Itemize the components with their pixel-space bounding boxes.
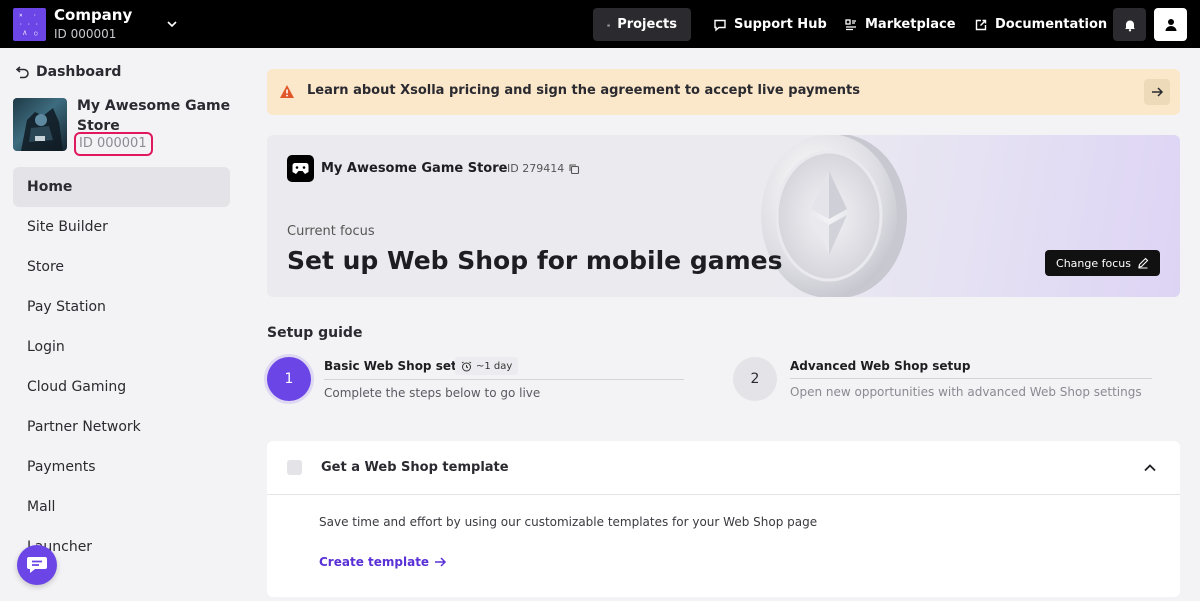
game-name: My Awesome Game Store <box>77 98 231 134</box>
arrow-right-icon <box>1152 87 1164 97</box>
store-name: My Awesome Game Store <box>321 161 508 176</box>
alarm-clock-icon <box>461 361 472 371</box>
step-2-indicator[interactable]: 2 <box>733 357 777 401</box>
back-arrow-icon <box>15 66 29 79</box>
sidebar-item-pay-station[interactable]: Pay Station <box>13 287 230 327</box>
company-name[interactable]: Company <box>54 6 132 24</box>
store-icon <box>287 155 314 182</box>
sidebar-item-site-builder[interactable]: Site Builder <box>13 207 230 247</box>
task-card: Get a Web Shop template Save time and ef… <box>267 441 1180 597</box>
sidebar-item-partner-network[interactable]: Partner Network <box>13 407 230 447</box>
nav-projects-label: Projects <box>617 17 677 32</box>
step-1-divider <box>324 379 684 380</box>
sidebar: Dashboard My Awesome Game Store ID 00000… <box>0 48 245 601</box>
bell-icon <box>1124 20 1135 31</box>
task-checkbox[interactable] <box>287 460 302 475</box>
current-focus-title: Set up Web Shop for mobile games <box>287 246 783 275</box>
user-profile-button[interactable] <box>1154 8 1187 41</box>
warning-icon <box>280 85 294 98</box>
gamepad-icon <box>292 163 309 174</box>
marketplace-icon <box>845 18 856 30</box>
company-id: ID 000001 <box>54 27 117 41</box>
chevron-up-icon[interactable] <box>1142 460 1158 476</box>
game-thumbnail <box>13 98 67 151</box>
game-id: ID 000001 <box>74 132 153 156</box>
nav-support-hub-button[interactable]: Support Hub <box>699 8 841 41</box>
create-template-link[interactable]: Create template <box>319 555 447 569</box>
dashboard-link[interactable]: Dashboard <box>15 64 121 80</box>
sidebar-item-store[interactable]: Store <box>13 247 230 287</box>
step-1-title[interactable]: Basic Web Shop setup <box>324 359 474 373</box>
create-template-label: Create template <box>319 555 430 569</box>
sidebar-item-cloud-gaming[interactable]: Cloud Gaming <box>13 367 230 407</box>
chat-bubble-icon <box>27 557 47 573</box>
step-1-indicator[interactable]: 1 <box>267 357 311 401</box>
project-hero-card: My Awesome Game Store ID 279414 Current … <box>267 135 1180 297</box>
support-chat-button[interactable] <box>17 545 57 585</box>
company-logo[interactable]: × · · · · Λ ○ <box>13 8 46 41</box>
step-1-duration: ~1 day <box>476 360 513 372</box>
nav-marketplace-button[interactable]: Marketplace <box>830 8 970 41</box>
pencil-icon <box>1138 257 1149 269</box>
chevron-down-icon[interactable] <box>165 17 179 31</box>
sidebar-item-home[interactable]: Home <box>13 167 230 207</box>
user-icon <box>1165 18 1176 31</box>
top-bar: × · · · · Λ ○ Company ID 000001 Projects Sup… <box>0 0 1200 48</box>
home-icon <box>607 23 610 26</box>
pricing-banner[interactable]: Learn about Xsolla pricing and sign the … <box>267 69 1180 115</box>
nav-documentation-label: Documentation <box>995 17 1108 32</box>
step-2-divider <box>790 378 1152 379</box>
store-id: ID 279414 <box>507 162 580 175</box>
nav-documentation-button[interactable]: Documentation <box>960 8 1121 41</box>
banner-arrow-button[interactable] <box>1144 79 1170 105</box>
sidebar-item-login[interactable]: Login <box>13 327 230 367</box>
dashboard-label: Dashboard <box>36 64 122 80</box>
step-2-title[interactable]: Advanced Web Shop setup <box>790 359 970 373</box>
chat-icon <box>714 19 726 31</box>
external-link-icon <box>975 19 987 30</box>
current-focus-label: Current focus <box>287 224 375 239</box>
change-focus-label: Change focus <box>1056 256 1131 270</box>
step-1-description: Complete the steps below to go live <box>324 386 541 400</box>
nav-marketplace-label: Marketplace <box>865 17 956 32</box>
task-card-header[interactable]: Get a Web Shop template <box>267 441 1180 495</box>
step-2-description: Open new opportunities with advanced Web… <box>790 385 1142 399</box>
notifications-button[interactable] <box>1113 8 1146 41</box>
nav-projects-button[interactable]: Projects <box>593 8 691 41</box>
task-title: Get a Web Shop template <box>321 460 509 475</box>
nav-support-label: Support Hub <box>734 17 827 32</box>
setup-guide-title: Setup guide <box>267 325 363 341</box>
banner-text: Learn about Xsolla pricing and sign the … <box>307 83 860 98</box>
step-1-duration-badge: ~1 day <box>455 357 519 375</box>
sidebar-item-mall[interactable]: Mall <box>13 487 230 527</box>
sidebar-item-payments[interactable]: Payments <box>13 447 230 487</box>
arrow-right-icon <box>435 557 447 567</box>
copy-icon[interactable] <box>568 163 580 175</box>
task-description: Save time and effort by using our custom… <box>319 515 818 529</box>
change-focus-button[interactable]: Change focus <box>1045 250 1160 276</box>
store-id-text: ID 279414 <box>507 162 565 175</box>
